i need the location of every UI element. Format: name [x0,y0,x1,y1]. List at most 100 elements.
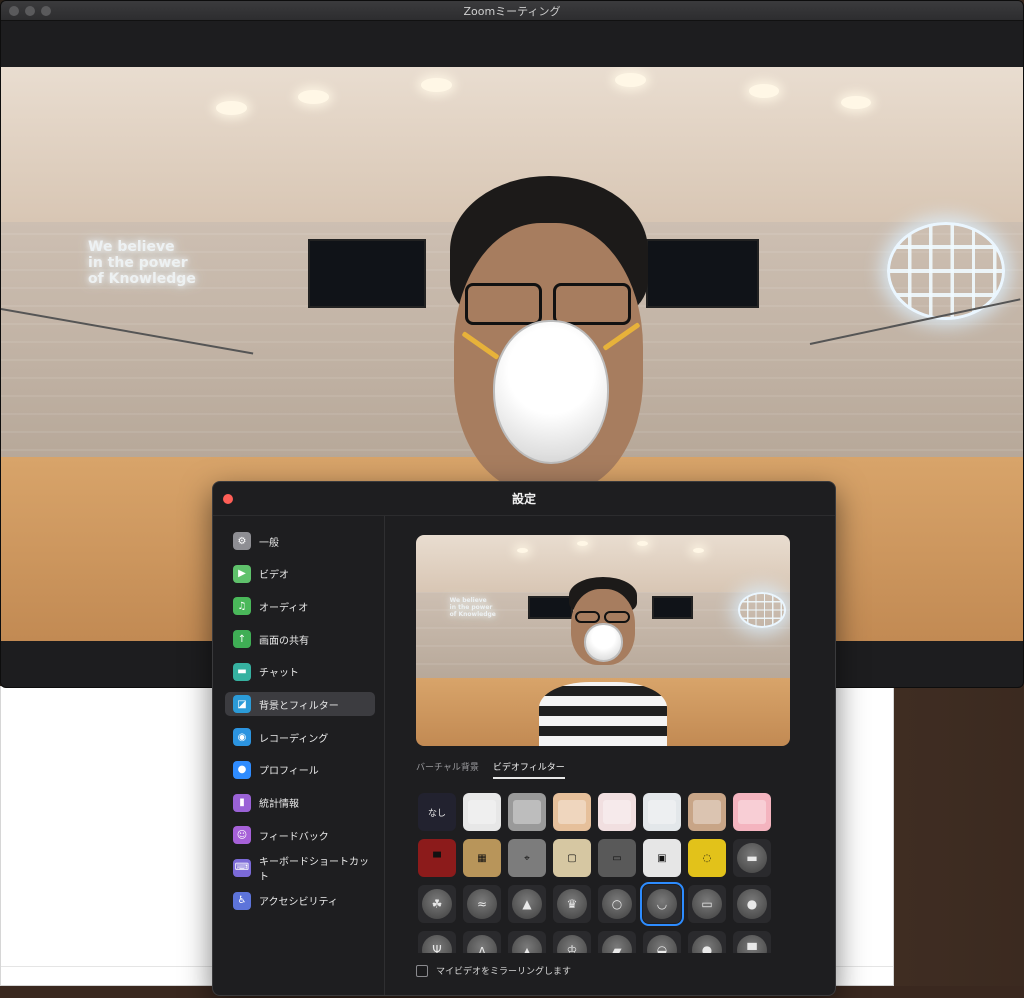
sidebar-item-9[interactable]: ☺ フィードバック [225,823,375,847]
filter-tile-unicorn[interactable]: ▴ [508,931,546,953]
settings-title: 設定 [511,492,536,506]
sidebar-item-label: キーボードショートカット [259,856,369,883]
frame-picture-icon: ▢ [567,852,577,864]
share-screen-icon: ↑ [233,630,251,649]
sidebar-item-1[interactable]: ▶ ビデオ [225,562,375,586]
filter-tile-filter-peach[interactable] [553,793,591,831]
video-preview: We believe in the power of Knowledge [416,535,790,746]
sidebar-item-8[interactable]: ▮ 統計情報 [225,791,375,815]
filter-tile-filter-pink-light[interactable] [598,793,636,831]
record-icon: ◉ [233,728,251,747]
video-camera-icon: ▶ [233,564,251,583]
reindeer-icon: Ψ [422,935,452,953]
neon-wall-text: We believe in the power of Knowledge [88,239,196,288]
filter-tile-filter-pink[interactable] [733,793,771,831]
beret-icon: ◒ [647,935,677,953]
frame-lights-icon: ◌ [702,852,712,864]
filter-tile-filter-white[interactable] [463,793,501,831]
filter-tile-beret[interactable]: ◒ [643,931,681,953]
minimize-window-button[interactable] [25,6,35,16]
zoom-window-button[interactable] [41,6,51,16]
bunny-ears-icon: ʌ [467,935,497,953]
filter-tile-frame-film[interactable]: ▭ [598,839,636,877]
frame-retro-tv-icon: ▦ [477,852,487,864]
filter-tile-medical-mask[interactable]: ▭ [688,885,726,923]
filter-thumbnail-icon [468,800,496,824]
filter-thumbnail-icon [513,800,541,824]
sidebar-item-4[interactable]: ▬ チャット [225,660,375,684]
mirror-video-option[interactable]: マイビデオをミラーリングします [416,964,571,977]
filter-tile-crown[interactable]: ♔ [553,931,591,953]
medical-mask-icon: ▭ [692,889,722,919]
filter-tile-detective-hat[interactable]: ▀ [733,931,771,953]
filter-tile-face-mask[interactable]: ◡ [640,882,684,926]
preview-person [539,577,667,746]
filter-tile-bunny-ears[interactable]: ʌ [463,931,501,953]
mirror-video-checkbox[interactable] [416,964,428,977]
filter-tile-party-hat[interactable]: ▲ [508,885,546,923]
preview-scene: We believe in the power of Knowledge [416,535,790,746]
tab-video-filter[interactable]: ビデオフィルター [492,760,565,779]
filter-none-label: なし [427,808,446,819]
filter-thumbnail-icon [603,800,631,824]
sidebar-item-label: アクセシビリティ [259,897,338,909]
mirror-video-label: マイビデオをミラーリングします [436,967,572,977]
close-settings-button[interactable] [223,494,233,504]
filter-tile-dark-face[interactable]: ● [688,931,726,953]
unicorn-icon: ▴ [512,935,542,953]
filter-tile-frame-theater-curtain[interactable]: ▀ [418,839,456,877]
filter-tile-none[interactable]: なし [418,793,456,831]
sidebar-item-3[interactable]: ↑ 画面の共有 [225,627,375,651]
sidebar-item-5[interactable]: ◪ 背景とフィルター [225,692,375,717]
sidebar-item-label: 背景とフィルター [259,700,339,712]
sidebar-item-label: フィードバック [259,831,329,843]
filter-tile-halo[interactable]: ○ [598,885,636,923]
filter-tile-filter-gray[interactable] [508,793,546,831]
sidebar-item-label: オーディオ [259,602,309,614]
sidebar-item-11[interactable]: ♿ アクセシビリティ [225,889,375,913]
sidebar-item-label: 統計情報 [259,799,299,810]
filter-tile-sunglasses[interactable]: ▬ [733,839,771,877]
filter-tabs: バーチャル背景 ビデオフィルター [416,760,565,779]
tab-virtual-background[interactable]: バーチャル背景 [416,760,479,779]
detective-hat-icon: ▀ [737,935,767,953]
filter-thumbnail-icon [693,800,721,824]
preview-neon-text: We believe in the power of Knowledge [449,597,496,619]
sidebar-item-label: チャット [259,668,299,680]
filter-tile-filter-tan[interactable] [688,793,726,831]
sidebar-item-10[interactable]: ⌨ キーボードショートカット [225,856,375,883]
sprout-icon: ☘ [422,889,452,919]
filter-tile-mouse-ears[interactable]: ● [733,885,771,923]
sidebar-item-7[interactable]: ● プロフィール [225,758,375,782]
filter-tile-graduation-cap[interactable]: ▰ [598,931,636,953]
profile-icon: ● [233,760,251,779]
filter-tile-rainbow[interactable]: ≈ [463,885,501,923]
filter-tile-sprout[interactable]: ☘ [418,885,456,923]
filter-thumbnail-icon [648,800,676,824]
sidebar-item-0[interactable]: ⚙ 一般 [225,529,375,553]
filter-tile-frame-retro-tv[interactable]: ▦ [463,839,501,877]
settings-dialog: 設定 ⚙ 一般 ▶ ビデオ ♫ オーディオ ↑ 画面の共有 ▬ チャット ◪ 背景とフィルター ◉ レコー… [212,481,836,996]
close-window-button[interactable] [9,6,19,16]
settings-sidebar: ⚙ 一般 ▶ ビデオ ♫ オーディオ ↑ 画面の共有 ▬ チャット ◪ 背景とフィルター ◉ レコーディン… [213,516,385,995]
statistics-icon: ▮ [233,793,251,812]
party-hat-icon: ▲ [512,889,542,919]
face-mask-icon: ◡ [647,889,677,919]
filter-tile-frame-focus[interactable]: ⌖ [508,839,546,877]
filter-tile-reindeer[interactable]: Ψ [418,931,456,953]
filter-tile-frame-lights[interactable]: ◌ [688,839,726,877]
window-title: Zoomミーティング [463,4,561,18]
sidebar-item-2[interactable]: ♫ オーディオ [225,594,375,618]
frame-focus-icon: ⌖ [524,852,530,864]
chat-bubble-icon: ▬ [233,662,251,681]
filter-tile-frame-picture[interactable]: ▢ [553,839,591,877]
mouse-ears-icon: ● [737,889,767,919]
filter-tile-frame-whiteboard[interactable]: ▣ [643,839,681,877]
filter-tile-filter-cool-white[interactable] [643,793,681,831]
filter-tile-chef-hat[interactable]: ♛ [553,885,591,923]
frame-theater-curtain-icon: ▀ [433,852,441,864]
sidebar-item-6[interactable]: ◉ レコーディング [225,725,375,749]
headphones-icon: ♫ [233,597,251,616]
feedback-icon: ☺ [233,826,251,845]
frame-film-icon: ▭ [612,852,622,864]
